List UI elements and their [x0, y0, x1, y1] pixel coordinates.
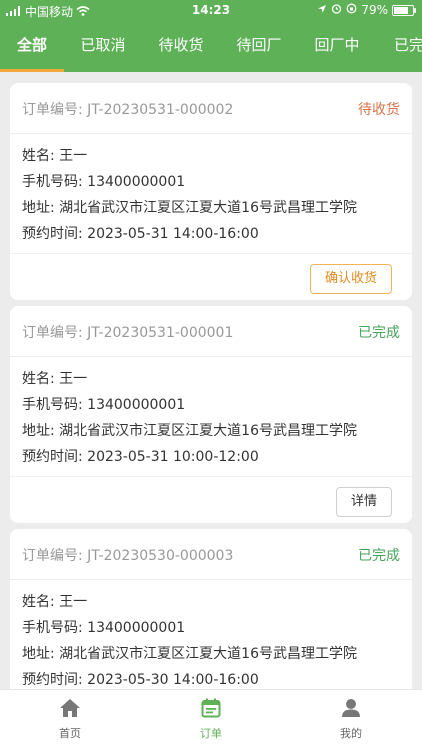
nav-home-label: 首页 — [59, 727, 81, 740]
order-status-tabs: 全部 已取消 待收货 待回厂 回厂中 已完 — [0, 22, 422, 72]
customer-address: 地址: 湖北省武汉市江夏区江夏大道16号武昌理工学院 — [22, 423, 357, 439]
order-list[interactable]: 订单编号: JT-20230531-000002 待收货 姓名: 王一 手机号码… — [0, 72, 422, 690]
customer-name: 姓名: 王一 — [22, 594, 88, 610]
order-status: 已完成 — [358, 325, 400, 341]
home-icon — [30, 698, 110, 721]
order-card[interactable]: 订单编号: JT-20230531-000002 待收货 姓名: 王一 手机号码… — [10, 83, 412, 300]
alarm-icon — [331, 3, 342, 17]
appointment-time: 预约时间: 2023-05-30 14:00-16:00 — [22, 672, 259, 688]
customer-phone: 手机号码: 13400000001 — [22, 620, 186, 636]
appointment-time: 预约时间: 2023-05-31 14:00-16:00 — [22, 226, 259, 242]
battery-icon — [392, 4, 416, 16]
details-button[interactable]: 详情 — [335, 487, 392, 517]
status-bar: 中国移动 14:23 79% — [0, 0, 422, 22]
customer-name: 姓名: 王一 — [22, 148, 88, 164]
tab-completed[interactable]: 已完 — [378, 22, 422, 72]
rotation-lock-icon — [346, 3, 357, 17]
order-card[interactable]: 订单编号: JT-20230530-000003 已完成 姓名: 王一 手机号码… — [10, 529, 412, 690]
nav-profile-label: 我的 — [340, 727, 362, 740]
order-icon — [171, 698, 251, 721]
battery-percent: 79% — [361, 3, 388, 17]
tab-cancelled[interactable]: 已取消 — [64, 22, 142, 72]
order-status: 待收货 — [358, 102, 400, 118]
customer-address: 地址: 湖北省武汉市江夏区江夏大道16号武昌理工学院 — [22, 646, 357, 662]
order-number: 订单编号: JT-20230531-000001 — [22, 325, 234, 341]
nav-orders-label: 订单 — [200, 727, 222, 740]
order-number: 订单编号: JT-20230530-000003 — [22, 548, 234, 564]
customer-phone: 手机号码: 13400000001 — [22, 397, 186, 413]
profile-icon — [311, 698, 391, 721]
order-card[interactable]: 订单编号: JT-20230531-000001 已完成 姓名: 王一 手机号码… — [10, 306, 412, 523]
order-number: 订单编号: JT-20230531-000002 — [22, 102, 234, 118]
tab-to-return[interactable]: 待回厂 — [220, 22, 298, 72]
appointment-time: 预约时间: 2023-05-31 10:00-12:00 — [22, 449, 259, 465]
location-icon — [317, 3, 327, 17]
customer-name: 姓名: 王一 — [22, 371, 88, 387]
battery-level — [394, 6, 408, 14]
order-status: 已完成 — [358, 548, 400, 564]
nav-orders[interactable]: 订单 — [171, 698, 251, 741]
nav-profile[interactable]: 我的 — [311, 698, 391, 741]
customer-phone: 手机号码: 13400000001 — [22, 174, 186, 190]
tab-all[interactable]: 全部 — [0, 22, 64, 72]
bottom-navigation: 首页 订单 我的 — [0, 689, 422, 750]
nav-home[interactable]: 首页 — [30, 698, 110, 741]
customer-address: 地址: 湖北省武汉市江夏区江夏大道16号武昌理工学院 — [22, 200, 357, 216]
tab-returning[interactable]: 回厂中 — [298, 22, 376, 72]
confirm-receipt-button[interactable]: 确认收货 — [309, 264, 392, 294]
tab-to-receive[interactable]: 待收货 — [142, 22, 220, 72]
